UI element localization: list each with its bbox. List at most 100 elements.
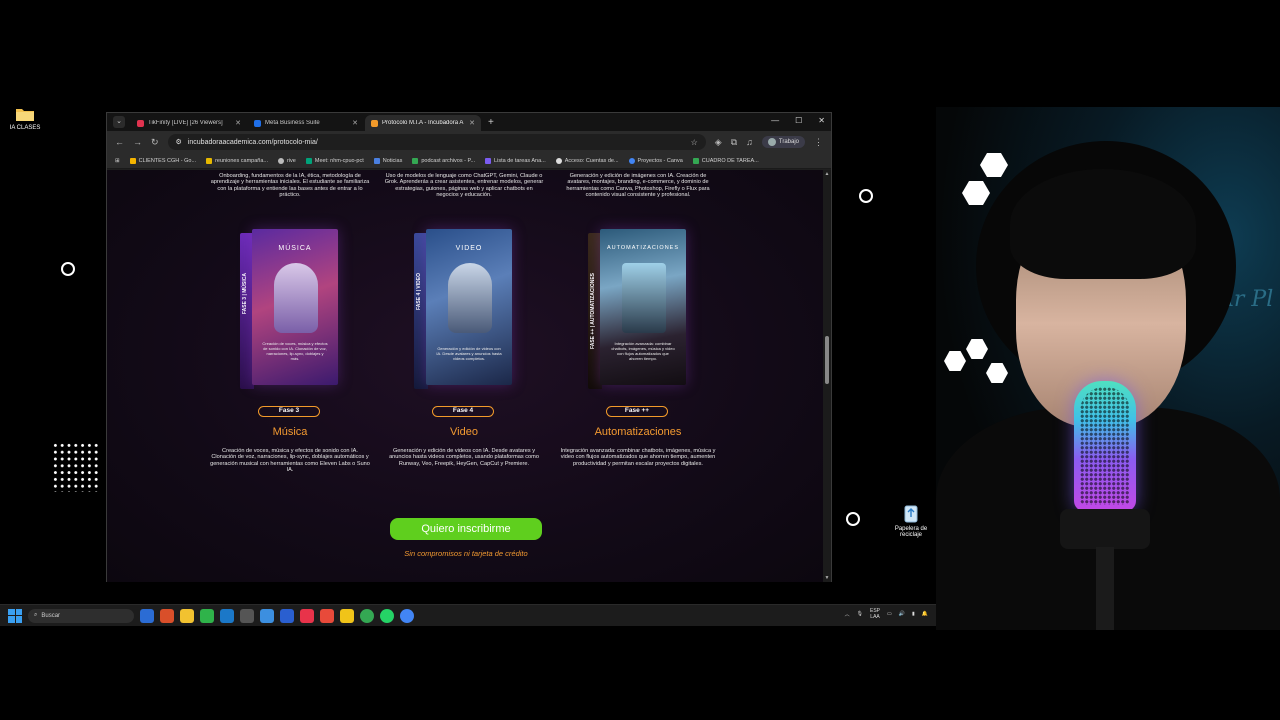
webcam-feed: Ar Pl [936,107,1280,630]
box-cover-blurb: Creación de voces, música y efectos de s… [262,341,328,361]
screen: IA CLASES Papelera de reciclaje ⌄ TikFin… [0,0,1280,720]
recycle-bin-icon [904,505,918,523]
system-tray: ︿ 🎙 ESP LAA ▭ 🔊 ▮ 🔔 [845,608,928,620]
phase-description-top: Onboarding, fundamentos de la IA, ética,… [210,173,370,199]
photoshop-icon[interactable] [280,608,294,623]
epic-games-icon[interactable] [240,608,254,623]
desktop-recycle-bin[interactable]: Papelera de reciclaje [886,503,936,538]
box-cover-title: MÚSICA [278,245,312,252]
phase-card-video: Uso de modelos de lenguaje como ChatGPT,… [384,170,544,470]
chrome-icon[interactable] [360,608,374,623]
microphone-mount [1060,509,1150,549]
address-bar[interactable]: ⚙ incubadoraacademica.com/protocolo-mia/… [167,134,706,150]
bookmarks-bar: ⊞ CLIENTES CGH - Go... reuniones campaña… [107,153,831,169]
maximize-icon[interactable]: ☐ [795,116,802,125]
profile-chip[interactable]: Trabajo [761,136,805,148]
bookmark-item[interactable]: Acceso: Cuentas de... [555,157,619,164]
box-cover-title: AUTOMATIZACIONES [606,245,680,251]
extension-icon[interactable]: ◈ [715,137,722,148]
enroll-button[interactable]: Quiero inscribirme [390,518,542,540]
vscode-icon[interactable] [260,608,274,623]
tab-search-button[interactable]: ⌄ [113,116,125,128]
close-icon[interactable]: ✕ [235,119,241,127]
web-page: Onboarding, fundamentos de la IA, ética,… [107,170,825,582]
bookmark-item[interactable]: rive [277,157,296,164]
back-arrow-icon[interactable]: ← [115,137,124,147]
chevron-up-icon[interactable]: ︿ [845,611,850,618]
tab-meta-business[interactable]: Meta Business Suite ✕ [248,115,364,131]
product-box-automatizaciones: FASE ++ | AUTOMATIZACIONES AUTOMATIZACIO… [588,229,688,389]
chrome-active-icon[interactable] [400,608,414,623]
browser-window: ⌄ TikFinity [LIVE] [26 Viewers] ✕ Meta B… [106,112,832,582]
product-box-video: FASE 4 | VIDEO VIDEO Generación y edició… [414,229,514,389]
taskbar-search[interactable]: ⌕ Buscar [28,608,134,623]
site-info-icon[interactable]: ⚙ [176,138,182,146]
obs-icon[interactable] [320,608,334,623]
desktop-folder[interactable]: IA CLASES [0,106,50,131]
bookmark-item[interactable]: Proyectos - Canva [628,157,683,164]
reload-icon[interactable]: ↻ [151,137,159,148]
box-spine-text: FASE 4 | VIDEO [416,273,422,310]
minimize-icon[interactable]: — [771,116,779,125]
puzzle-icon[interactable]: ⧉ [731,137,737,148]
profile-label: Trabajo [778,139,799,145]
folder-label: IA CLASES [9,125,41,131]
box-spine-text: FASE 3 | MÚSICA [242,273,248,315]
scrollbar-thumb[interactable] [825,336,829,384]
bookmark-item[interactable]: Meet: nhm-cpuo-pct [305,157,364,164]
bookmark-star-icon[interactable]: ☆ [691,138,698,147]
close-icon[interactable]: ✕ [352,119,358,127]
page-scrollbar[interactable]: ▲ ▼ [823,170,831,582]
bookmark-item[interactable]: reuniones campaña... [206,157,268,164]
copilot-icon[interactable] [160,608,174,623]
bookmark-label: reuniones campaña... [215,157,268,164]
avatar [767,138,776,146]
browser-toolbar: ← → ↻ ⚙ incubadoraacademica.com/protocol… [107,131,831,153]
search-placeholder: Buscar [41,612,61,619]
hex-light [986,363,1008,383]
folder-icon [206,157,213,164]
tikfinity-favicon-icon [137,119,144,127]
play-icon[interactable] [200,608,214,623]
volume-icon[interactable]: 🔊 [899,611,905,617]
battery-icon[interactable]: ▮ [912,611,915,617]
box-cover-blurb: Generación y edición de videos con IA. D… [436,346,502,361]
menu-kebab-icon[interactable]: ⋮ [814,137,823,148]
file-explorer-icon[interactable] [340,608,354,623]
bookmark-item[interactable]: Lista de tareas Ana... [485,157,546,164]
hex-light [966,339,988,359]
task-view-icon[interactable] [140,608,154,623]
close-window-icon[interactable]: ✕ [818,116,825,125]
tab-tikfinity[interactable]: TikFinity [LIVE] [26 Viewers] ✕ [131,115,247,131]
tab-title: Meta Business Suite [265,120,320,126]
taskbar: ⌕ Buscar ︿ 🎙 ESP LAA ▭ 🔊 ▮ 🔔 [0,604,936,626]
steam-icon[interactable] [220,608,234,623]
forward-arrow-icon[interactable]: → [133,137,142,147]
new-tab-plus-icon[interactable]: + [488,117,494,128]
scroll-down-icon[interactable]: ▼ [823,575,831,581]
bookmark-item[interactable]: podcast archivos - P... [412,157,476,164]
ring-decoration [61,262,75,276]
phase-card-automatizaciones: Generación y edición de imágenes con IA.… [558,170,718,470]
windows-start-icon[interactable] [8,608,22,623]
phase-title: Video [450,426,478,438]
apps-grid-icon[interactable]: ⊞ [115,158,120,164]
store-icon[interactable] [180,608,194,623]
bookmark-item[interactable]: Noticias [373,157,402,164]
bookmark-item[interactable]: CUADRO DE TAREA... [692,157,759,164]
language-indicator[interactable]: ESP LAA [870,608,880,620]
recycle-bin-label: Papelera de reciclaje [894,526,928,538]
mic-icon[interactable]: 🎙 [857,611,863,617]
close-icon[interactable]: ✕ [469,119,475,127]
bookmark-item[interactable]: CLIENTES CGH - Go... [129,157,196,164]
media-control-icon[interactable]: ♫ [746,137,753,147]
scroll-up-icon[interactable]: ▲ [823,171,831,177]
tiktok-icon[interactable] [300,608,314,623]
whatsapp-icon[interactable] [380,608,394,623]
tab-protocolo-mia[interactable]: Protocolo M.I.A - Incubadora A ✕ [365,115,481,131]
network-icon[interactable]: ▭ [887,611,892,617]
bookmark-label: podcast archivos - P... [421,157,476,164]
notification-bell-icon[interactable]: 🔔 [922,611,928,617]
hex-light [980,153,1008,177]
box-cover: MÚSICA Creación de voces, música y efect… [252,229,338,385]
